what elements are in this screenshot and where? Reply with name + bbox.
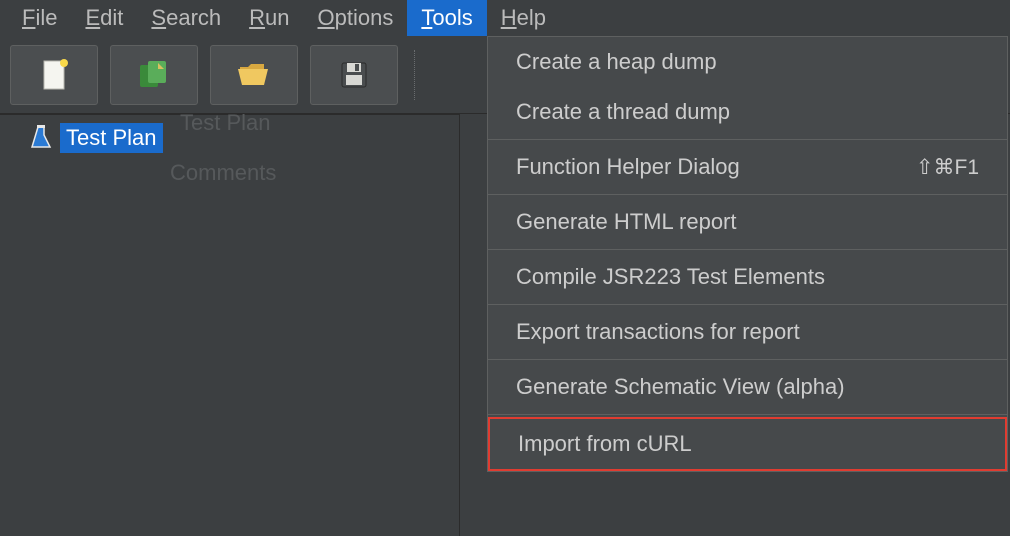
flask-icon [30,125,52,151]
open-button[interactable] [210,45,298,105]
menu-item-label: Create a heap dump [516,49,717,75]
new-button[interactable] [10,45,98,105]
menu-separator [488,139,1007,140]
menu-search[interactable]: Search [137,0,235,36]
menu-item-label: Generate Schematic View (alpha) [516,374,845,400]
tools-generate-schematic[interactable]: Generate Schematic View (alpha) [488,362,1007,412]
menu-item-label: Generate HTML report [516,209,737,235]
tools-import-from-curl[interactable]: Import from cURL [488,417,1007,471]
menu-shortcut: ⇧⌘F1 [916,155,979,180]
tools-generate-html-report[interactable]: Generate HTML report [488,197,1007,247]
menu-separator [488,414,1007,415]
menu-item-label: Create a thread dump [516,99,730,125]
menu-separator [488,304,1007,305]
templates-icon [134,55,174,95]
menu-item-label: Function Helper Dialog [516,154,740,180]
templates-button[interactable] [110,45,198,105]
menubar: File Edit Search Run Options Tools Help [0,0,1010,36]
bg-text-test-plan: Test Plan [180,110,271,136]
menu-item-label: Compile JSR223 Test Elements [516,264,825,290]
tools-function-helper[interactable]: Function Helper Dialog ⇧⌘F1 [488,142,1007,192]
menu-separator [488,359,1007,360]
open-folder-icon [234,55,274,95]
menu-separator [488,249,1007,250]
tools-dropdown: Create a heap dump Create a thread dump … [487,36,1008,472]
tree-node-label: Test Plan [60,123,163,153]
tools-export-transactions[interactable]: Export transactions for report [488,307,1007,357]
menu-tools[interactable]: Tools [407,0,486,36]
menu-item-label: Import from cURL [518,431,692,457]
menu-file[interactable]: File [8,0,71,36]
toolbar-separator [414,50,418,100]
tools-compile-jsr223[interactable]: Compile JSR223 Test Elements [488,252,1007,302]
menu-options[interactable]: Options [304,0,408,36]
menu-separator [488,194,1007,195]
save-icon [334,55,374,95]
new-file-icon [34,55,74,95]
bg-text-comments: Comments [170,160,276,186]
menu-edit[interactable]: Edit [71,0,137,36]
save-button[interactable] [310,45,398,105]
menu-help[interactable]: Help [487,0,560,36]
tools-create-thread-dump[interactable]: Create a thread dump [488,87,1007,137]
menu-item-label: Export transactions for report [516,319,800,345]
tools-create-heap-dump[interactable]: Create a heap dump [488,37,1007,87]
menu-run[interactable]: Run [235,0,303,36]
